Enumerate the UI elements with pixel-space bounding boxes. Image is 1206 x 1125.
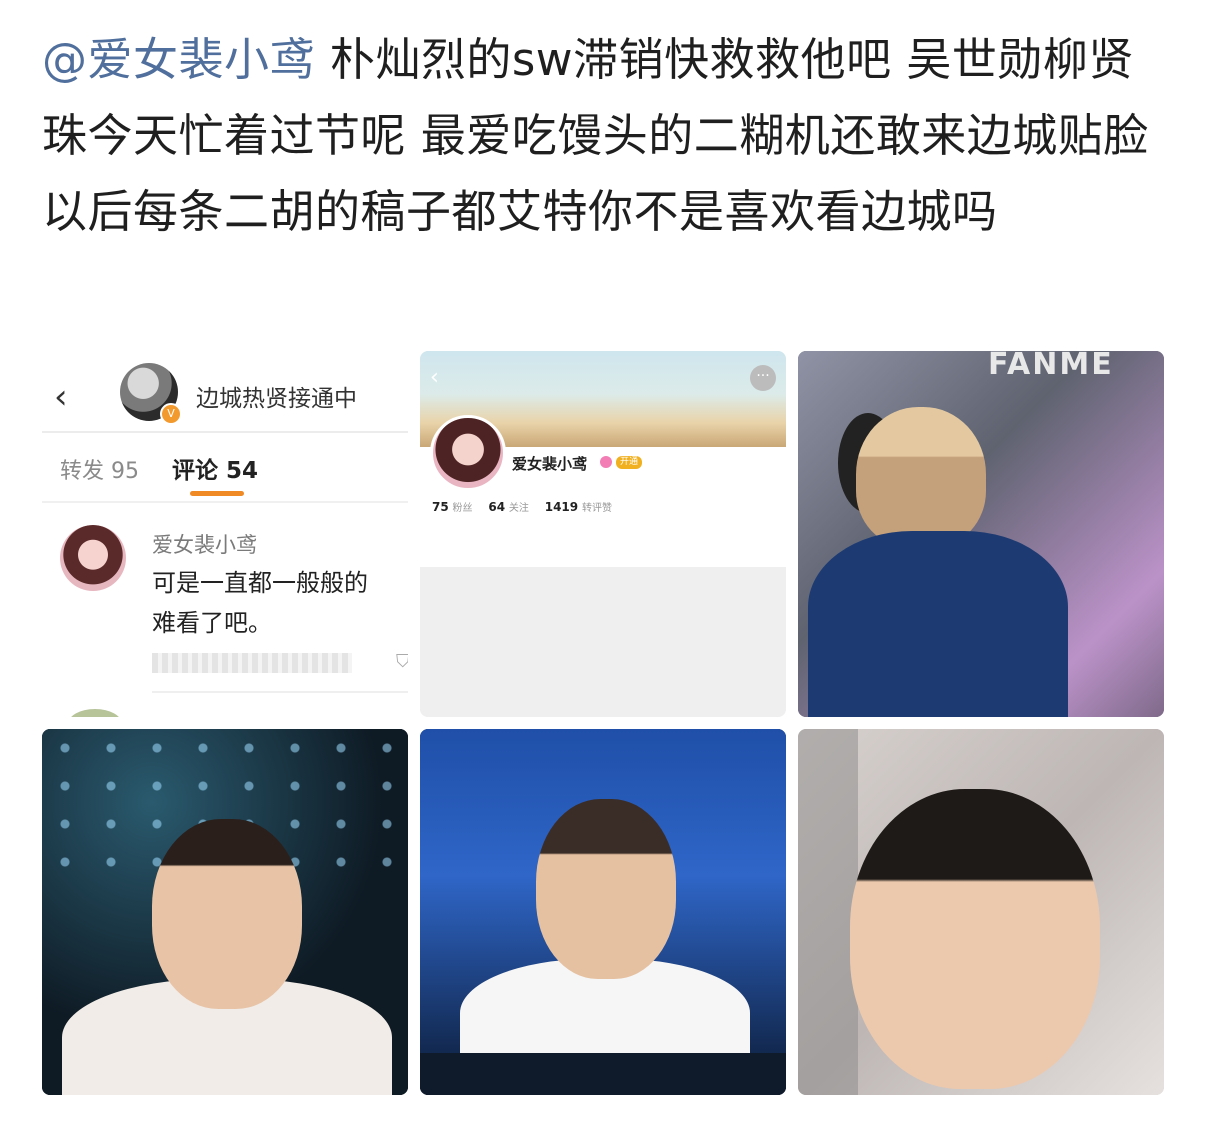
vip-badge: 开通 xyxy=(616,456,643,469)
profile-name: 爱女裴小鸢 xyxy=(512,455,588,473)
photo-face xyxy=(850,789,1100,1089)
tab-comment: 评论 54 xyxy=(172,458,259,484)
tab-indicator xyxy=(190,491,244,496)
divider xyxy=(42,501,408,503)
following-label: 关注 xyxy=(508,503,529,514)
followers-count: 75 xyxy=(432,500,449,514)
photo-jacket xyxy=(808,531,1068,717)
divider xyxy=(152,691,408,693)
tab-repost: 转发 95 xyxy=(60,459,139,484)
comment-avatar xyxy=(60,525,126,591)
empty-content xyxy=(420,567,786,717)
image-grid: ‹ V 边城热贤接通中 转发 95 评论 54 爱女裴小鸢 可是一直都一般般的 … xyxy=(42,351,1164,1095)
chevron-left-icon: ‹ xyxy=(54,377,68,417)
likes-label: 转评赞 xyxy=(581,503,612,514)
image-photo-4[interactable] xyxy=(42,729,408,1095)
comment-text: 可是一直都一般般的 难看了吧。 xyxy=(152,563,408,643)
profile-stats: 75 粉丝 64 关注 1419 转评赞 xyxy=(432,499,624,514)
next-comment-avatar xyxy=(68,709,122,717)
image-photo-5[interactable] xyxy=(420,729,786,1095)
mention-link[interactable]: @爱女裴小鸢 xyxy=(42,33,315,86)
blurred-text xyxy=(152,653,352,673)
shield-icon: ⛉ xyxy=(396,651,408,672)
profile-avatar xyxy=(430,415,506,491)
gender-icon xyxy=(600,456,612,468)
image-comment-screenshot[interactable]: ‹ V 边城热贤接通中 转发 95 评论 54 爱女裴小鸢 可是一直都一般般的 … xyxy=(42,351,408,717)
likes-count: 1419 xyxy=(544,500,579,514)
image-photo-3[interactable]: FANME xyxy=(798,351,1164,717)
photo-face xyxy=(536,799,676,979)
comment-line-1: 可是一直都一般般的 xyxy=(152,569,368,597)
followers-label: 粉丝 xyxy=(452,503,473,514)
image-photo-6[interactable] xyxy=(798,729,1164,1095)
chevron-left-icon: ‹ xyxy=(430,365,439,390)
comment-line-2: 难看了吧。 xyxy=(152,609,272,637)
photo-face xyxy=(152,819,302,1009)
divider xyxy=(42,431,408,433)
header-name: 边城热贤接通中 xyxy=(196,386,357,412)
image-profile-screenshot[interactable]: ‹ ··· 爱女裴小鸢 开通 75 粉丝 64 关注 1419 转评赞 xyxy=(420,351,786,717)
v-badge-icon: V xyxy=(160,403,182,425)
following-count: 64 xyxy=(488,500,506,514)
post-text: @爱女裴小鸢 朴灿烈的sw滞销快救救他吧 吴世勋柳贤珠今天忙着过节呢 最爱吃馒头… xyxy=(42,22,1162,250)
photo-board xyxy=(798,729,858,1095)
more-dots-icon: ··· xyxy=(750,365,776,391)
comment-author: 爱女裴小鸢 xyxy=(152,533,257,557)
photo-face xyxy=(856,407,986,547)
photo-desk xyxy=(420,1053,786,1095)
background-logo: FANME xyxy=(988,351,1114,382)
